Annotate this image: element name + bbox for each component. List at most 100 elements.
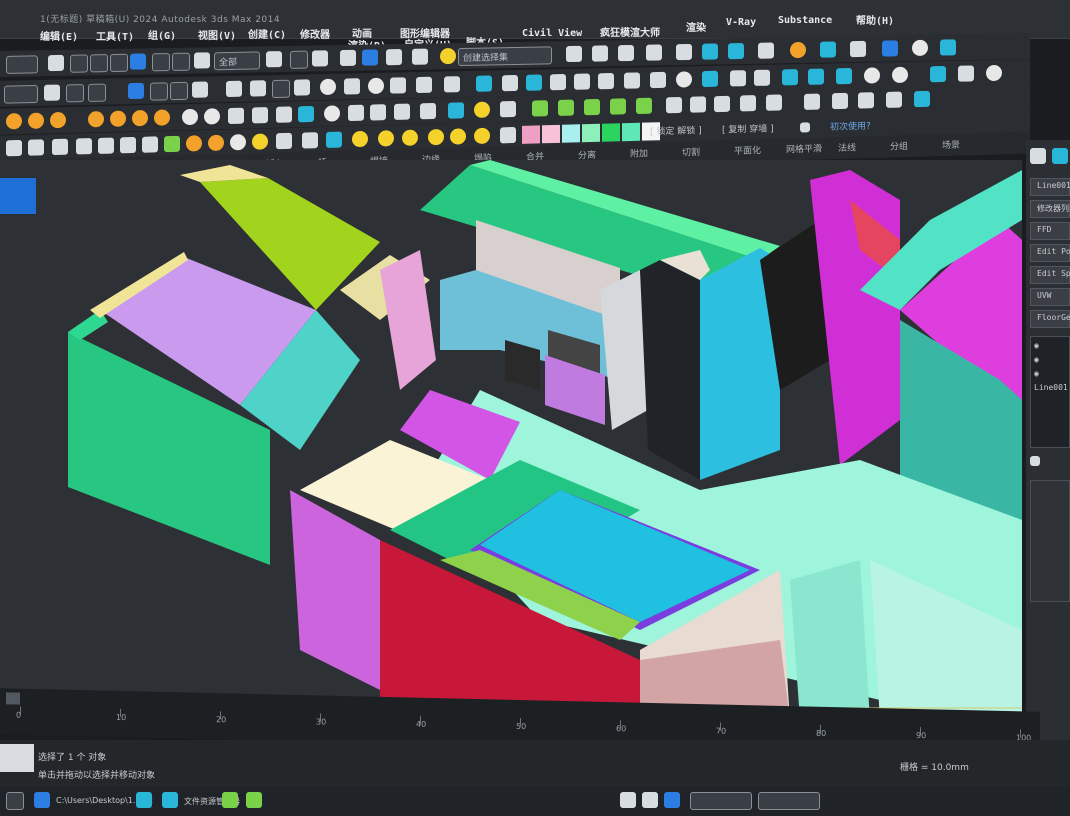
bump-icon[interactable]: [276, 106, 292, 123]
align-icon[interactable]: [592, 45, 608, 62]
mirror-icon[interactable]: [566, 45, 582, 63]
object-name-field[interactable]: Line001: [1030, 178, 1070, 196]
modify-tab-icon[interactable]: [1052, 148, 1068, 164]
checkbox-icon[interactable]: [800, 122, 810, 133]
close-icon[interactable]: [276, 132, 292, 150]
spot-light-icon[interactable]: [6, 113, 22, 130]
outlook-icon[interactable]: [136, 792, 152, 808]
pivot-icon[interactable]: [266, 51, 282, 68]
select-name-icon[interactable]: [70, 54, 88, 73]
torus-icon[interactable]: [368, 77, 384, 95]
move-gizmo-icon[interactable]: [128, 82, 144, 100]
edit-named-selection-icon[interactable]: [440, 48, 456, 65]
wechat-icon[interactable]: [222, 792, 238, 808]
car-icon[interactable]: [690, 96, 706, 113]
rotate-icon[interactable]: [152, 53, 170, 72]
export-icon[interactable]: [500, 126, 516, 144]
search-icon[interactable]: [6, 792, 24, 810]
people-icon[interactable]: [666, 96, 682, 114]
door-frame-icon[interactable]: [624, 72, 640, 89]
sun-icon[interactable]: [132, 109, 148, 127]
menu-create[interactable]: 创建(C): [248, 26, 286, 41]
menu-help[interactable]: 帮助(H): [856, 12, 894, 27]
ribbon-tab[interactable]: 网格平滑: [786, 141, 822, 155]
door-icon[interactable]: [502, 74, 518, 92]
keyboard-shortcut-icon[interactable]: [312, 50, 328, 67]
lamp-icon[interactable]: [88, 111, 104, 128]
modifier-button-edit-poly[interactable]: Edit Poly: [1030, 244, 1070, 262]
percent-snap-icon[interactable]: [386, 48, 402, 66]
curve-editor-icon[interactable]: [676, 43, 692, 61]
angle-snap-icon[interactable]: [362, 49, 378, 66]
bc-icon[interactable]: [416, 76, 432, 94]
omni-light-icon[interactable]: [50, 111, 66, 129]
bowl-icon[interactable]: [864, 67, 880, 84]
snap-2-5-icon[interactable]: [340, 49, 356, 67]
ribbon-tab[interactable]: 平面化: [734, 143, 761, 157]
teapot-icon[interactable]: [850, 40, 866, 58]
shield-alt-icon[interactable]: [120, 136, 136, 154]
tree-icon[interactable]: [532, 100, 548, 117]
text-icon[interactable]: [250, 80, 266, 97]
viewport-move-icon[interactable]: [620, 792, 636, 808]
box-icon[interactable]: [44, 84, 60, 101]
x-coordinate-field[interactable]: [690, 792, 752, 810]
sky-icon[interactable]: [154, 109, 170, 126]
selection-filter-dropdown[interactable]: [6, 55, 38, 74]
copy-wall-label[interactable]: [ 复制 穿墙 ]: [722, 121, 774, 135]
triangle-icon[interactable]: [252, 133, 268, 150]
y-coordinate-field[interactable]: [758, 792, 820, 810]
camera-icon[interactable]: [730, 70, 746, 87]
window-crossing-icon[interactable]: [110, 53, 128, 73]
ribbon-tab[interactable]: 附加: [630, 146, 648, 160]
branch-icon[interactable]: [142, 136, 158, 153]
circle-icon[interactable]: [676, 71, 692, 88]
maxscript-listener[interactable]: [0, 744, 34, 772]
chrome-icon[interactable]: [324, 105, 340, 122]
color-swatch-6[interactable]: [622, 122, 640, 142]
list-icon[interactable]: [958, 65, 974, 82]
b-icon[interactable]: [252, 107, 268, 124]
grid-alt-icon[interactable]: [208, 134, 224, 152]
grid-icon[interactable]: [344, 78, 360, 95]
yellow-pill-icon[interactable]: [402, 129, 418, 146]
image-icon[interactable]: [886, 91, 902, 108]
perspective-viewport[interactable]: [0, 160, 1022, 720]
ies-light-icon[interactable]: [110, 110, 126, 127]
lock-icon[interactable]: [642, 792, 658, 808]
move-plus-icon[interactable]: [290, 50, 308, 69]
yellow-square-icon[interactable]: [352, 130, 368, 148]
brush-icon[interactable]: [52, 138, 68, 156]
modifier-button-uvw[interactable]: UVW: [1030, 288, 1070, 306]
arrows-icon[interactable]: [804, 93, 820, 110]
messenger-icon[interactable]: [246, 792, 262, 808]
spline-icon[interactable]: [294, 79, 310, 96]
frame-icon[interactable]: [782, 69, 798, 86]
yellow-circle-icon[interactable]: [378, 130, 394, 147]
furniture-icon[interactable]: [714, 95, 730, 113]
coordinate-mode-icon[interactable]: [664, 792, 680, 808]
target-icon[interactable]: [832, 92, 848, 110]
bush-icon[interactable]: [610, 98, 626, 115]
wood-icon[interactable]: [420, 102, 436, 120]
reference-coordinate-dropdown[interactable]: 全部: [214, 51, 260, 71]
lamp-alt-icon[interactable]: [474, 127, 490, 145]
menu-modifiers[interactable]: 修改器: [300, 26, 330, 41]
box-blue-icon[interactable]: [326, 131, 342, 148]
square-icon[interactable]: [226, 80, 242, 98]
menu-tools[interactable]: 工具(T): [96, 28, 134, 43]
paint-icon[interactable]: [930, 65, 946, 83]
eye-icon[interactable]: ◉: [1034, 369, 1039, 378]
kitchen-icon[interactable]: [740, 95, 756, 112]
modifier-button-floorgen[interactable]: FloorGen: [1030, 310, 1070, 328]
first-use-link[interactable]: 初次使用?: [830, 119, 871, 133]
viewport-label-badge[interactable]: [0, 178, 36, 214]
ribbon-icon[interactable]: [646, 44, 662, 61]
shield-icon[interactable]: [192, 81, 208, 98]
select-object-icon[interactable]: [48, 54, 64, 72]
grass-icon[interactable]: [584, 98, 600, 116]
create-tab-icon[interactable]: [1030, 148, 1046, 164]
wall-icon[interactable]: [476, 75, 492, 92]
yellow-rect-icon[interactable]: [428, 128, 444, 146]
scale-icon[interactable]: [172, 52, 190, 71]
